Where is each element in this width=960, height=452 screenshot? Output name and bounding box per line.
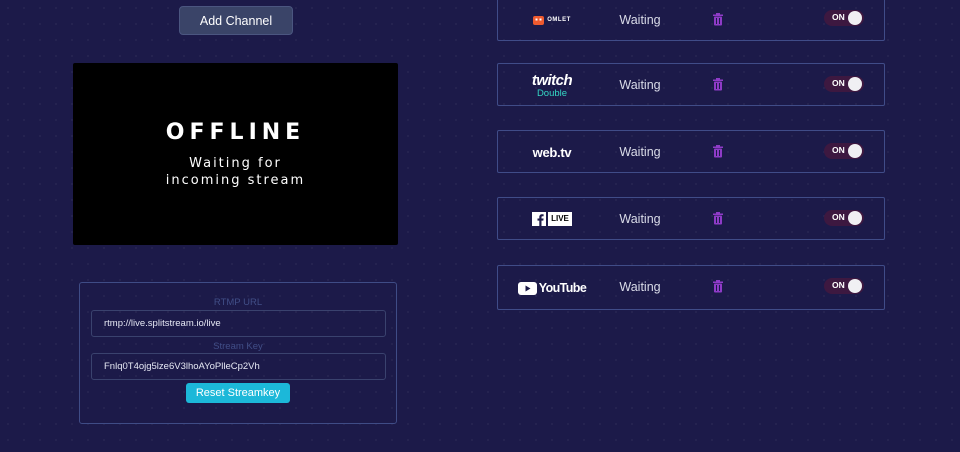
rtmp-url-field[interactable]: rtmp://live.splitstream.io/live: [91, 310, 386, 337]
facebook-icon: [532, 212, 547, 226]
toggle-knob: [848, 11, 862, 25]
channel-row-omlet: OMLET Waiting ON: [497, 0, 885, 41]
channel-toggle[interactable]: ON: [824, 278, 864, 294]
toggle-label: ON: [832, 78, 845, 88]
rtmp-url-label: RTMP URL: [213, 297, 263, 308]
toggle-knob: [848, 144, 862, 158]
toggle-knob: [848, 77, 862, 91]
youtube-play-icon: [517, 281, 537, 295]
toggle-label: ON: [832, 280, 845, 290]
channel-toggle[interactable]: ON: [824, 10, 864, 26]
channel-row-twitch: twitch Double Waiting ON: [497, 63, 885, 106]
webtv-logo-text: web.tv: [532, 144, 572, 160]
trash-icon[interactable]: [712, 78, 724, 91]
twitch-logo-text: twitch: [531, 72, 573, 89]
channel-status: Waiting: [619, 279, 661, 294]
stream-key-label: Stream Key: [213, 341, 263, 352]
channel-status: Waiting: [619, 211, 661, 226]
channel-row-facebook: LIVE Waiting ON: [497, 197, 885, 240]
channel-toggle[interactable]: ON: [824, 143, 864, 159]
facebook-live-text: LIVE: [548, 212, 572, 226]
trash-icon[interactable]: [712, 13, 724, 26]
channel-row-webtv: web.tv Waiting ON: [497, 130, 885, 173]
trash-icon[interactable]: [712, 212, 724, 225]
add-channel-button[interactable]: Add Channel: [179, 6, 293, 35]
omlet-logo: OMLET: [512, 5, 592, 35]
channel-status: Waiting: [619, 12, 661, 27]
trash-icon[interactable]: [712, 145, 724, 158]
channel-row-youtube: YouTube Waiting ON: [497, 265, 885, 310]
youtube-logo: YouTube: [512, 273, 592, 303]
facebook-live-logo: LIVE: [512, 204, 592, 234]
reset-streamkey-button[interactable]: Reset Streamkey: [186, 383, 290, 403]
preview-subtitle: Waiting for incoming stream: [165, 155, 306, 188]
channel-toggle[interactable]: ON: [824, 210, 864, 226]
channel-toggle[interactable]: ON: [824, 76, 864, 92]
twitch-logo: twitch Double: [512, 72, 592, 102]
trash-icon[interactable]: [712, 280, 724, 293]
toggle-knob: [848, 279, 862, 293]
channel-status: Waiting: [619, 77, 661, 92]
toggle-label: ON: [832, 12, 845, 22]
channel-status: Waiting: [619, 144, 661, 159]
youtube-logo-text: YouTube: [538, 281, 587, 295]
toggle-label: ON: [832, 212, 845, 222]
omlet-icon: [533, 15, 545, 25]
toggle-label: ON: [832, 145, 845, 155]
rtmp-settings-panel: RTMP URL rtmp://live.splitstream.io/live…: [79, 282, 397, 424]
toggle-knob: [848, 211, 862, 225]
preview-title: OFFLINE: [165, 119, 306, 145]
stream-preview: OFFLINE Waiting for incoming stream: [73, 63, 398, 245]
twitch-logo-sub: Double: [536, 88, 568, 99]
webtv-logo: web.tv: [512, 137, 592, 167]
omlet-logo-text: OMLET: [547, 17, 571, 23]
stream-key-field[interactable]: Fnlq0T4ojg5lze6V3lhoAYoPlleCp2Vh: [91, 353, 386, 380]
